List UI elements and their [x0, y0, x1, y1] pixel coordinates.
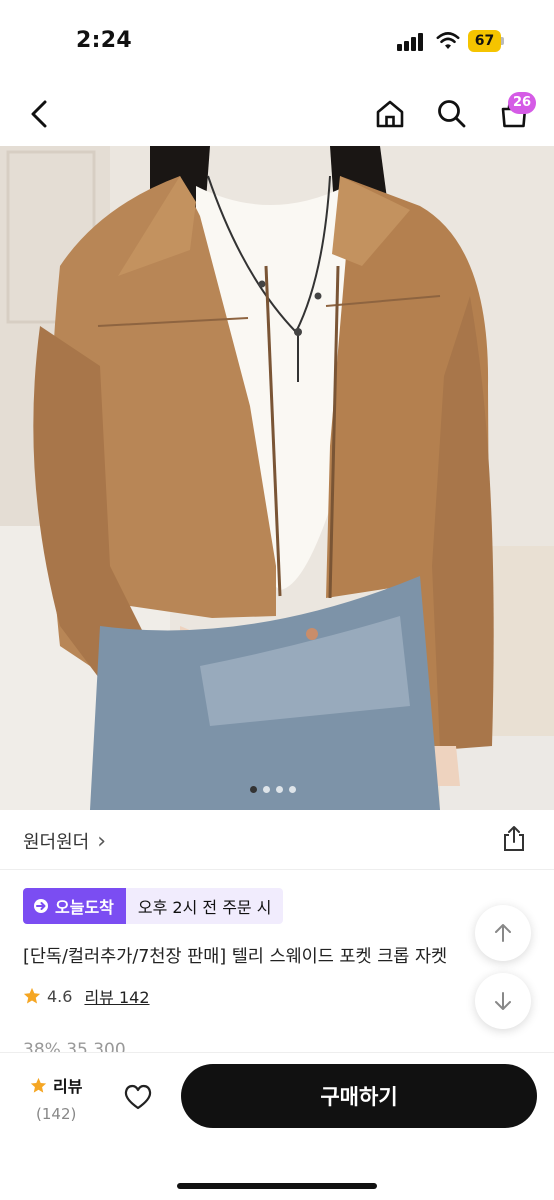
top-nav [0, 80, 554, 146]
heart-icon [124, 1084, 152, 1110]
status-bar: 2:24 67 [0, 0, 554, 80]
delivery-tag: 오늘도착 오후 2시 전 주문 시 [23, 888, 284, 924]
carousel-dot[interactable] [250, 786, 257, 793]
star-icon [23, 987, 41, 1004]
product-image[interactable] [0, 146, 554, 810]
cellular-signal-icon [397, 33, 427, 51]
arrow-down-icon [495, 992, 511, 1010]
review-link[interactable]: 리뷰 142 [84, 984, 149, 1008]
review-summary[interactable]: 리뷰 (142) [30, 1073, 82, 1123]
product-title: [단독/컬러추가/7천장 판매] 텔리 스웨이드 포켓 크롭 자켓 [23, 947, 448, 967]
bottom-action-bar: 리뷰 (142) 구매하기 [0, 1052, 554, 1200]
rating-value: 4.6 [47, 986, 73, 1006]
brand-row: 원더원더 › [0, 810, 554, 870]
carousel-dot[interactable] [263, 786, 270, 793]
rating-row: 4.6 리뷰 142 [23, 984, 150, 1008]
cart-count-badge: 26 [508, 92, 537, 114]
status-time: 2:24 [76, 28, 132, 53]
search-icon [438, 100, 466, 128]
carousel-indicator[interactable] [250, 786, 296, 793]
delivery-badge: 오늘도착 [23, 888, 126, 924]
home-icon [376, 100, 404, 128]
chevron-right-icon: › [97, 828, 107, 854]
share-icon [504, 826, 524, 851]
star-icon [30, 1077, 47, 1093]
delivery-badge-label: 오늘도착 [55, 898, 114, 917]
review-count: (142) [36, 1105, 77, 1123]
brand-link[interactable]: 원더원더 › [23, 828, 106, 854]
delivery-icon [34, 899, 48, 913]
brand-name: 원더원더 [23, 832, 90, 853]
review-summary-label: 리뷰 [53, 1077, 83, 1096]
battery-icon: 67 [468, 30, 504, 52]
arrow-up-icon [495, 924, 511, 942]
scroll-up-button[interactable] [475, 905, 531, 961]
wifi-icon [436, 32, 460, 49]
home-button[interactable] [368, 92, 412, 136]
share-button[interactable] [499, 824, 529, 854]
back-button[interactable] [18, 92, 62, 136]
battery-level: 67 [468, 30, 501, 52]
carousel-dot[interactable] [276, 786, 283, 793]
back-icon [31, 100, 47, 128]
scroll-down-button[interactable] [475, 973, 531, 1029]
carousel-dot[interactable] [289, 786, 296, 793]
product-photo [0, 146, 554, 810]
delivery-note: 오후 2시 전 주문 시 [125, 888, 284, 924]
home-indicator [177, 1183, 377, 1189]
buy-button[interactable]: 구매하기 [181, 1064, 537, 1128]
price-peek: 38% 35,300 [23, 1040, 126, 1052]
wishlist-button[interactable] [118, 1077, 158, 1117]
search-button[interactable] [430, 92, 474, 136]
